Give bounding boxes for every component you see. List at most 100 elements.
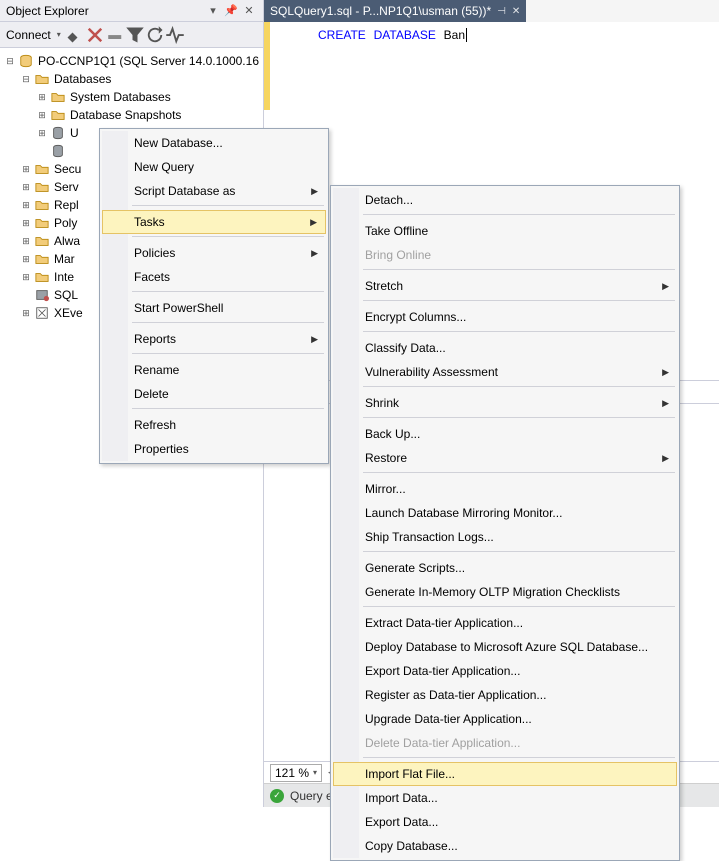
tree-database-snapshots[interactable]: ⊞ Database Snapshots [0,106,263,124]
pin-icon[interactable]: 📌 [223,3,239,19]
tree-databases-node[interactable]: ⊟ Databases [0,70,263,88]
caret [466,28,467,42]
context-menu-tasks: Detach... Take Offline Bring Online Stre… [330,185,680,861]
menu-item-back-up[interactable]: Back Up... [333,422,677,446]
submenu-arrow-icon: ▶ [662,398,669,409]
folder-icon [34,269,50,285]
menu-item-start-powershell[interactable]: Start PowerShell [102,296,326,320]
object-explorer-title: Object Explorer [6,4,203,18]
tree-item-label: XEve [52,306,83,320]
tree-server-label: PO-CCNP1Q1 (SQL Server 14.0.1000.16 [36,54,259,68]
menu-item-classify-data[interactable]: Classify Data... [333,336,677,360]
submenu-arrow-icon: ▶ [311,186,318,197]
tree-item-label: Poly [52,216,77,230]
sql-keyword: DATABASE [374,28,436,42]
menu-item-delete-data-tier: Delete Data-tier Application... [333,731,677,755]
menu-item-register-data-tier[interactable]: Register as Data-tier Application... [333,683,677,707]
menu-item-detach[interactable]: Detach... [333,188,677,212]
disconnect-icon[interactable] [85,24,105,46]
menu-item-rename[interactable]: Rename [102,358,326,382]
menu-separator [132,408,324,411]
menu-item-upgrade-data-tier[interactable]: Upgrade Data-tier Application... [333,707,677,731]
sql-keyword: CREATE [318,28,366,42]
chevron-down-icon[interactable]: ▾ [313,768,317,777]
window-dropdown-icon[interactable]: ▾ [205,3,221,19]
folder-icon [34,251,50,267]
menu-item-new-database[interactable]: New Database... [102,131,326,155]
filter-icon[interactable] [125,24,145,46]
menu-item-import-flat-file[interactable]: Import Flat File... [333,762,677,786]
refresh-icon[interactable] [145,24,165,46]
tree-item-label: Alwa [52,234,80,248]
menu-item-generate-oltp-checklists[interactable]: Generate In-Memory OLTP Migration Checkl… [333,580,677,604]
menu-item-extract-data-tier[interactable]: Extract Data-tier Application... [333,611,677,635]
menu-item-deploy-azure[interactable]: Deploy Database to Microsoft Azure SQL D… [333,635,677,659]
menu-item-delete[interactable]: Delete [102,382,326,406]
collapse-icon[interactable]: ⊟ [20,74,32,85]
menu-item-shrink[interactable]: Shrink▶ [333,391,677,415]
object-explorer-toolbar: Connect ▾ ▬ [0,22,263,48]
stop-icon[interactable]: ▬ [105,24,125,46]
menu-separator [132,291,324,294]
close-icon[interactable]: ✕ [512,6,520,17]
menu-separator [132,353,324,356]
menu-item-tasks[interactable]: Tasks▶ [102,210,326,234]
menu-item-generate-scripts[interactable]: Generate Scripts... [333,556,677,580]
activity-icon[interactable] [165,24,185,46]
pin-icon[interactable]: ⊣ [497,6,506,17]
menu-item-export-data-tier[interactable]: Export Data-tier Application... [333,659,677,683]
tree-item-label: Secu [52,162,81,176]
menu-separator [132,205,324,208]
chevron-down-icon[interactable]: ▾ [57,30,61,39]
connect-plug-icon[interactable] [65,24,85,46]
menu-item-script-database[interactable]: Script Database as▶ [102,179,326,203]
menu-separator [132,236,324,239]
menu-separator [363,300,675,303]
folder-icon [50,89,66,105]
menu-item-export-data[interactable]: Export Data... [333,810,677,834]
folder-icon [34,161,50,177]
menu-item-encrypt-columns[interactable]: Encrypt Columns... [333,305,677,329]
menu-item-reports[interactable]: Reports▶ [102,327,326,351]
object-explorer-titlebar: Object Explorer ▾ 📌 ✕ [0,0,263,22]
tree-item-label: Inte [52,270,74,284]
tree-item-label: U [68,126,79,140]
tree-server-node[interactable]: ⊟ PO-CCNP1Q1 (SQL Server 14.0.1000.16 [0,52,263,70]
menu-item-launch-mirroring-monitor[interactable]: Launch Database Mirroring Monitor... [333,501,677,525]
menu-item-take-offline[interactable]: Take Offline [333,219,677,243]
menu-item-restore[interactable]: Restore▶ [333,446,677,470]
menu-item-copy-database[interactable]: Copy Database... [333,834,677,858]
zoom-selector[interactable]: 121 % ▾ [270,764,322,782]
tree-item-label: Repl [52,198,79,212]
server-icon [18,53,34,69]
expand-icon[interactable]: ⊞ [36,128,48,139]
menu-item-stretch[interactable]: Stretch▶ [333,274,677,298]
menu-item-mirror[interactable]: Mirror... [333,477,677,501]
expand-icon[interactable]: ⊞ [36,110,48,121]
collapse-icon[interactable]: ⊟ [4,56,16,67]
menu-item-facets[interactable]: Facets [102,265,326,289]
menu-item-policies[interactable]: Policies▶ [102,241,326,265]
status-text: Query e [290,789,333,803]
menu-item-import-data[interactable]: Import Data... [333,786,677,810]
editor-tab-active[interactable]: SQLQuery1.sql - P...NP1Q1\usman (55))* ⊣… [264,0,526,22]
menu-item-properties[interactable]: Properties [102,437,326,461]
folder-icon [34,179,50,195]
connect-label[interactable]: Connect [6,28,51,42]
tree-item-label: System Databases [68,90,171,104]
change-marker [264,22,270,110]
close-icon[interactable]: ✕ [241,3,257,19]
tree-item-label: SQL [52,288,78,302]
menu-item-ship-transaction-logs[interactable]: Ship Transaction Logs... [333,525,677,549]
zoom-value: 121 % [275,766,309,780]
menu-item-refresh[interactable]: Refresh [102,413,326,437]
folder-icon [34,215,50,231]
folder-icon [50,107,66,123]
menu-separator [363,757,675,760]
expand-icon[interactable]: ⊞ [36,92,48,103]
tree-item-label: Database Snapshots [68,108,181,122]
editor-tabstrip: SQLQuery1.sql - P...NP1Q1\usman (55))* ⊣… [264,0,719,22]
menu-item-new-query[interactable]: New Query [102,155,326,179]
menu-item-vulnerability-assessment[interactable]: Vulnerability Assessment▶ [333,360,677,384]
tree-system-databases[interactable]: ⊞ System Databases [0,88,263,106]
